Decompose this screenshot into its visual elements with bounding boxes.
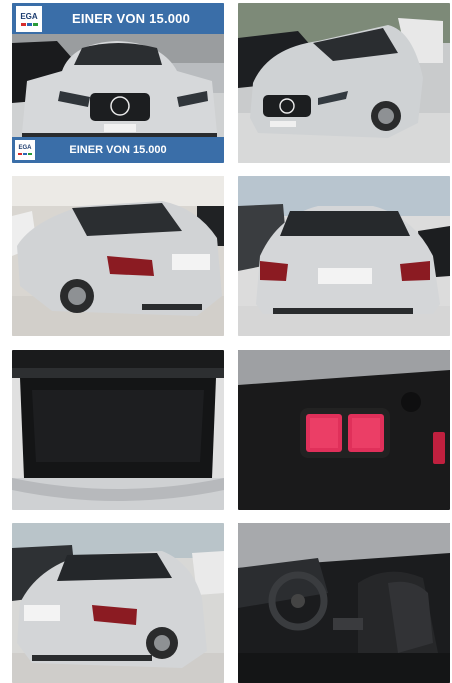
trunk-open-photo	[12, 350, 224, 510]
gallery-photo-2[interactable]	[238, 3, 450, 163]
gallery-photo-6[interactable]	[238, 350, 450, 510]
car-rear-quarter-photo	[12, 176, 224, 336]
gallery-photo-3[interactable]	[12, 176, 224, 336]
ega-banner-top: EGA EINER VON 15.000	[12, 3, 224, 34]
gallery-photo-1[interactable]: EGA EINER VON 15.000 EGA EINER VON 15.00…	[12, 3, 224, 163]
banner-top-text: EINER VON 15.000	[71, 11, 191, 26]
banner-bottom-text: EINER VON 15.000	[69, 144, 167, 156]
car-rear-outdoor-photo	[12, 523, 224, 683]
car-rear-photo	[238, 176, 450, 336]
ega-banner-bottom: EGA EINER VON 15.000	[12, 137, 224, 163]
car-front-quarter-photo	[238, 3, 450, 163]
gallery-photo-5[interactable]	[12, 350, 224, 510]
gallery-photo-4[interactable]	[238, 176, 450, 336]
gallery-photo-8[interactable]	[238, 523, 450, 683]
gallery-photo-7[interactable]	[12, 523, 224, 683]
ega-logo-icon: EGA	[16, 6, 42, 32]
car-interior-photo	[238, 523, 450, 683]
trunk-switches-photo	[238, 350, 450, 510]
ega-logo-small-icon: EGA	[15, 140, 35, 160]
